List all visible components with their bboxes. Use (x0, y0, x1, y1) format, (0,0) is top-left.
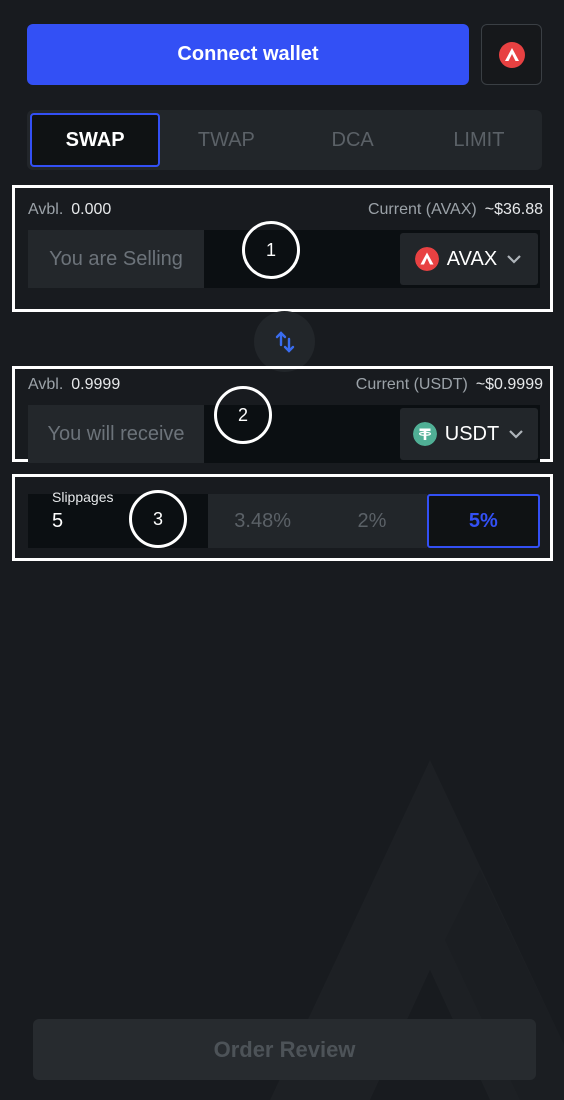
receive-current: Current (USDT) ~$0.9999 (356, 376, 543, 394)
sell-current: Current (AVAX) ~$36.88 (368, 201, 543, 219)
avalanche-icon (414, 247, 439, 271)
sell-avbl-label: Avbl. (28, 201, 64, 218)
connect-wallet-button[interactable]: Connect wallet (27, 24, 469, 85)
swap-arrows-icon (275, 330, 294, 353)
swap-direction-button[interactable] (254, 311, 315, 372)
sell-current-label: Current (AVAX) (367, 201, 477, 218)
sell-available: Avbl. 0.000 (28, 201, 111, 219)
tab-limit[interactable]: LIMIT (416, 110, 542, 170)
sell-token-select[interactable]: AVAX (400, 233, 538, 285)
tab-swap[interactable]: SWAP (30, 113, 161, 167)
receive-amount-placeholder[interactable]: You will receive (28, 405, 204, 463)
slippage-value: 5 (52, 510, 64, 532)
receive-token-select[interactable]: USDT (400, 408, 538, 460)
receive-current-label: Current (USDT) (355, 376, 468, 393)
tab-twap[interactable]: TWAP (163, 110, 289, 170)
receive-token-label: USDT (444, 422, 500, 445)
tab-dca[interactable]: DCA (290, 110, 416, 170)
mode-tabs: SWAP TWAP DCA LIMIT (27, 110, 542, 170)
sell-token-label: AVAX (446, 247, 498, 270)
tether-icon (412, 422, 437, 446)
receive-avbl-value: 0.9999 (71, 376, 121, 393)
chevron-down-icon (507, 255, 521, 264)
network-select-button[interactable] (481, 24, 542, 85)
slippage-option-3-48[interactable]: 3.48% (208, 494, 318, 548)
receive-info-row: Avbl. 0.9999 Current (USDT) ~$0.9999 (28, 376, 543, 394)
slippage-option-2[interactable]: 2% (317, 494, 427, 548)
slippage-row: Slippages 5 3.48% 2% 5% (28, 489, 540, 548)
sell-avbl-value: 0.000 (71, 201, 112, 218)
sell-info-row: Avbl. 0.000 Current (AVAX) ~$36.88 (28, 201, 543, 219)
receive-available: Avbl. 0.9999 (28, 376, 120, 394)
order-review-button[interactable]: Order Review (33, 1019, 536, 1080)
receive-avbl-label: Avbl. (28, 376, 64, 393)
chevron-down-icon (509, 430, 523, 439)
receive-current-value: ~$0.9999 (475, 376, 543, 393)
slippage-option-5[interactable]: 5% (426, 494, 540, 548)
sell-amount-placeholder[interactable]: You are Selling (28, 230, 204, 288)
annotation-marker-1: 1 (242, 221, 300, 279)
sell-amount-input[interactable] (204, 230, 400, 288)
avalanche-icon (498, 41, 525, 68)
receive-input-row: You will receive USDT (28, 405, 540, 463)
slippage-label: Slippages (52, 489, 114, 505)
annotation-marker-3: 3 (129, 490, 187, 548)
sell-current-value: ~$36.88 (484, 201, 543, 218)
annotation-marker-2: 2 (214, 386, 272, 444)
